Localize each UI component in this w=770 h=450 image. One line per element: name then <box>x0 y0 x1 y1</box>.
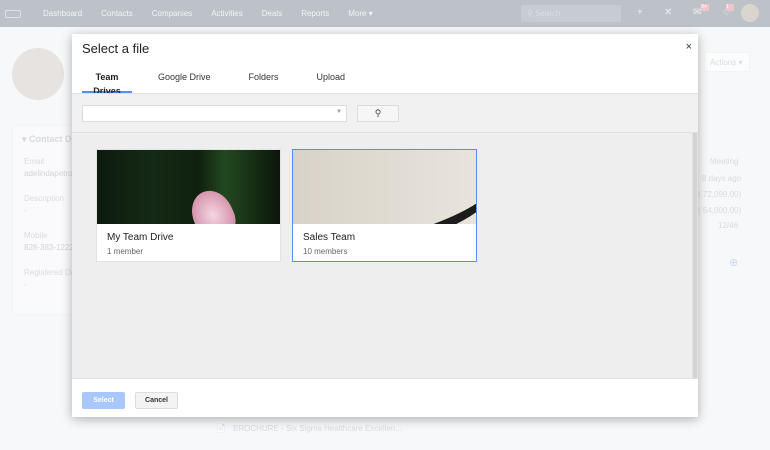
dialog-footer: Select Cancel <box>72 378 698 417</box>
search-input[interactable]: ▼ <box>82 105 347 122</box>
right-value: ( 72,099.00) <box>698 190 742 199</box>
dialog-title: Select a file <box>82 41 150 56</box>
top-navbar: Dashboard Contacts Companies Activities … <box>0 0 770 27</box>
nav-contacts[interactable]: Contacts <box>101 9 133 18</box>
select-button[interactable]: Select <box>82 392 125 409</box>
tab-folders[interactable]: Folders <box>237 70 291 93</box>
picker-toolbar: ▼ ⚲ <box>72 93 698 132</box>
right-value: Meeting <box>710 157 739 166</box>
tools-icon[interactable]: ✕ <box>664 7 672 18</box>
drive-members: 1 member <box>107 247 144 256</box>
tab-team-drives[interactable]: Team Drives <box>82 70 132 96</box>
field-value: - <box>24 280 27 289</box>
drive-members: 10 members <box>303 247 348 256</box>
field-label: Description <box>24 194 65 203</box>
attachment-link[interactable]: BROCHURE - Six Sigma Healthcare Excellen… <box>233 424 402 433</box>
field-value: 828-383-1222 <box>24 243 74 252</box>
nav-companies[interactable]: Companies <box>152 9 192 18</box>
scrollbar[interactable] <box>692 133 698 379</box>
tab-upload[interactable]: Upload <box>305 70 358 93</box>
drive-grid: My Team Drive 1 member Sales Team 10 mem… <box>72 132 698 379</box>
picker-tabs: Team Drives Google Drive Folders Upload <box>72 70 371 96</box>
pdf-file-icon: 📄 <box>216 424 226 433</box>
bell-badge: 1 <box>726 4 734 11</box>
close-icon[interactable]: × <box>686 41 692 53</box>
global-search-input[interactable]: ⚲ Search <box>521 5 621 22</box>
plus-icon[interactable]: + <box>637 7 643 18</box>
search-button[interactable]: ⚲ <box>357 105 399 122</box>
drive-thumbnail <box>97 150 280 224</box>
chevron-down-icon: ▼ <box>336 109 342 115</box>
drive-thumbnail <box>293 150 476 224</box>
add-circle-icon[interactable]: ⊕ <box>729 256 738 269</box>
nav-dashboard[interactable]: Dashboard <box>43 9 82 18</box>
field-value: adelindapetro <box>24 169 73 178</box>
cancel-button[interactable]: Cancel <box>135 392 178 409</box>
contact-avatar <box>12 48 64 100</box>
field-value: - <box>24 206 27 215</box>
actions-label: Actions ▾ <box>710 58 743 67</box>
nav-more[interactable]: More ▾ <box>348 9 372 18</box>
field-label: Email <box>24 157 45 166</box>
user-avatar[interactable] <box>741 4 759 22</box>
field-label: Mobile <box>24 231 48 240</box>
right-value: ( 54,000.00) <box>698 206 742 215</box>
inbox-badge: 9+ <box>701 4 709 11</box>
nav-reports[interactable]: Reports <box>301 9 329 18</box>
drive-card-sales-team[interactable]: Sales Team 10 members <box>292 149 477 262</box>
search-icon: ⚲ <box>374 108 382 118</box>
search-placeholder: Search <box>535 9 561 18</box>
tab-google-drive[interactable]: Google Drive <box>146 70 223 93</box>
drive-name: My Team Drive <box>107 232 174 243</box>
drive-name: Sales Team <box>303 232 356 243</box>
drive-card-my-team-drive[interactable]: My Team Drive 1 member <box>96 149 281 262</box>
contact-section-header[interactable]: ▾ Contact D <box>22 134 72 145</box>
nav-deals[interactable]: Deals <box>262 9 282 18</box>
app-logo-icon[interactable] <box>5 9 21 18</box>
nav-activities[interactable]: Activities <box>211 9 243 18</box>
right-value: 8 days ago <box>702 174 742 183</box>
scrollbar-thumb[interactable] <box>693 133 697 379</box>
right-value: 12/46 <box>718 221 739 230</box>
select-file-dialog: Select a file × Team Drives Google Drive… <box>72 34 698 417</box>
